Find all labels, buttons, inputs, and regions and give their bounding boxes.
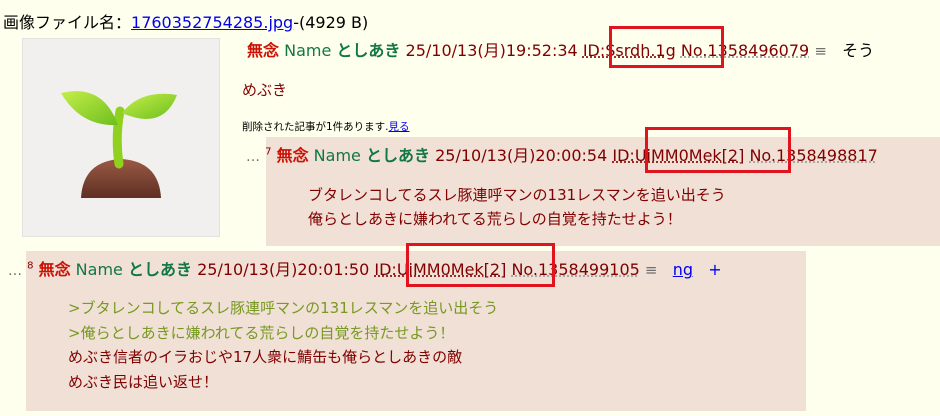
post-date: 25/10/13(月)20:00:54 [435,146,608,165]
op-extra-text: そう [842,41,875,60]
highlight-box-op-id [609,26,724,68]
post-date: 25/10/13(月)20:01:50 [197,260,370,279]
name-label: Name [75,260,123,279]
op-post-header: 無念 Name としあき 25/10/13(月)19:52:34 ID:Ssrd… [247,37,874,61]
post-date: 25/10/13(月)19:52:34 [405,41,578,60]
reply-index: 7 [265,146,272,158]
body-line: ブタレンコしてるスレ豚連呼マンの131レスマンを追い出そう [308,186,726,204]
highlight-box-reply7-id [645,127,791,173]
name-label: Name [313,146,361,165]
poster-name: としあき [336,41,401,60]
ng-link[interactable]: ng [673,260,693,279]
menu-icon[interactable]: ≡ [814,42,827,60]
poster-name: としあき [365,146,430,165]
deleted-view-link[interactable]: 見る [389,121,410,133]
file-link[interactable]: 1760352754285.jpg [131,13,293,32]
poster-name: としあき [127,260,192,279]
name-label: Name [284,41,332,60]
highlight-box-reply8-id [406,243,555,287]
deleted-text: 削除された記事が1件あります. [242,121,389,133]
file-meta: -(4929 B) [293,13,369,32]
body-line: 俺らとしあきに嫌われてる荒らしの自覚を持たせよう！ [308,210,682,228]
reply-body: >ブタレンコしてるスレ豚連呼マンの131レスマンを追い出そう >俺らとしあきに嫌… [68,296,498,394]
post-subject: 無念 [247,41,280,60]
thumbnail-image[interactable] [22,38,220,237]
file-info: 画像ファイル名：1760352754285.jpg-(4929 B) [3,9,368,33]
file-label: 画像ファイル名： [3,13,132,32]
plus-button[interactable]: + [708,260,721,279]
body-line: めぶき民は追い返せ！ [68,372,219,391]
op-post-body: めぶき [242,81,288,99]
post-subject: 無念 [38,260,71,279]
body-line: めぶき信者のイラおじや17人衆に鯖缶も俺らとしあきの敵 [68,348,463,366]
ellipsis: … [8,263,22,279]
quote-line: >俺らとしあきに嫌われてる荒らしの自覚を持たせよう！ [68,323,455,342]
reply-index: 8 [27,260,34,272]
menu-icon[interactable]: ≡ [645,261,658,279]
reply-body: ブタレンコしてるスレ豚連呼マンの131レスマンを追い出そう 俺らとしあきに嫌われ… [308,183,726,231]
quote-line: >ブタレンコしてるスレ豚連呼マンの131レスマンを追い出そう [68,299,499,317]
post-subject: 無念 [276,146,309,165]
seedling-icon [61,91,177,198]
reply-header: … 8 無念 Name としあき 25/10/13(月)20:01:50 ID:… [8,256,722,280]
deleted-notice: 削除された記事が1件あります.見る [242,119,410,134]
ellipsis: … [246,149,260,165]
